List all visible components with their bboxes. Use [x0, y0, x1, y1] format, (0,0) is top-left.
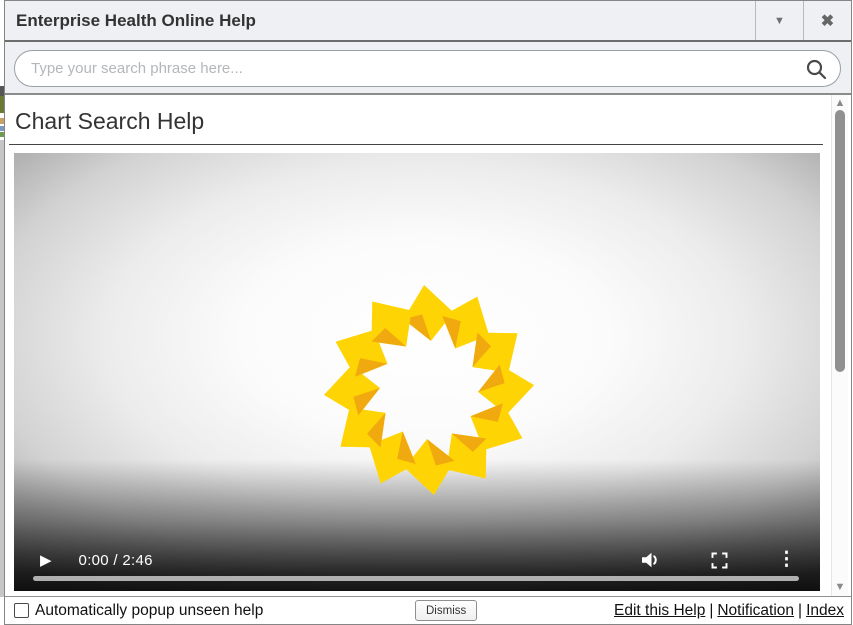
- search-bar-row: [5, 42, 851, 95]
- help-content: Chart Search Help ▶ 0:00 / 2:46 ⋮: [5, 95, 851, 596]
- video-player[interactable]: ▶ 0:00 / 2:46 ⋮: [14, 153, 820, 591]
- search-pill: [14, 50, 841, 87]
- play-button-icon[interactable]: ▶: [40, 551, 52, 569]
- dialog-title: Enterprise Health Online Help: [5, 1, 755, 40]
- popup-unseen-help-label: Automatically popup unseen help: [35, 602, 263, 620]
- index-link[interactable]: Index: [806, 602, 844, 619]
- video-controls: ▶ 0:00 / 2:46 ⋮: [14, 545, 820, 575]
- search-input[interactable]: [31, 60, 804, 77]
- more-options-icon[interactable]: ⋮: [777, 550, 796, 570]
- volume-icon[interactable]: [639, 548, 663, 572]
- page-title: Chart Search Help: [15, 108, 851, 135]
- close-icon: ✖: [821, 11, 834, 31]
- scroll-up-icon[interactable]: ▲: [832, 97, 848, 110]
- enterprise-health-logo: [321, 282, 537, 498]
- scrollbar-thumb[interactable]: [835, 110, 845, 372]
- notification-link[interactable]: Notification: [717, 602, 794, 619]
- footer-links: Edit this Help|Notification|Index: [614, 602, 851, 620]
- chevron-down-icon: ▼: [774, 15, 785, 27]
- search-icon[interactable]: [804, 57, 828, 81]
- popup-unseen-help-checkbox[interactable]: [14, 603, 29, 618]
- link-separator: |: [798, 602, 802, 619]
- video-progress-bar[interactable]: [33, 576, 799, 581]
- video-time-display: 0:00 / 2:46: [79, 552, 153, 569]
- vertical-scrollbar[interactable]: ▲ ▼: [831, 95, 848, 596]
- help-dialog: Enterprise Health Online Help ▼ ✖ Chart …: [4, 0, 852, 625]
- edit-this-help-link[interactable]: Edit this Help: [614, 602, 705, 619]
- heading-divider: [9, 144, 823, 145]
- dialog-footer: Automatically popup unseen help Dismiss …: [5, 596, 851, 624]
- dismiss-button[interactable]: Dismiss: [415, 600, 477, 621]
- scroll-down-icon[interactable]: ▼: [832, 581, 848, 594]
- title-bar: Enterprise Health Online Help ▼ ✖: [5, 1, 851, 42]
- close-button[interactable]: ✖: [803, 1, 851, 40]
- link-separator: |: [709, 602, 713, 619]
- dropdown-button[interactable]: ▼: [755, 1, 803, 40]
- fullscreen-icon[interactable]: [709, 550, 730, 571]
